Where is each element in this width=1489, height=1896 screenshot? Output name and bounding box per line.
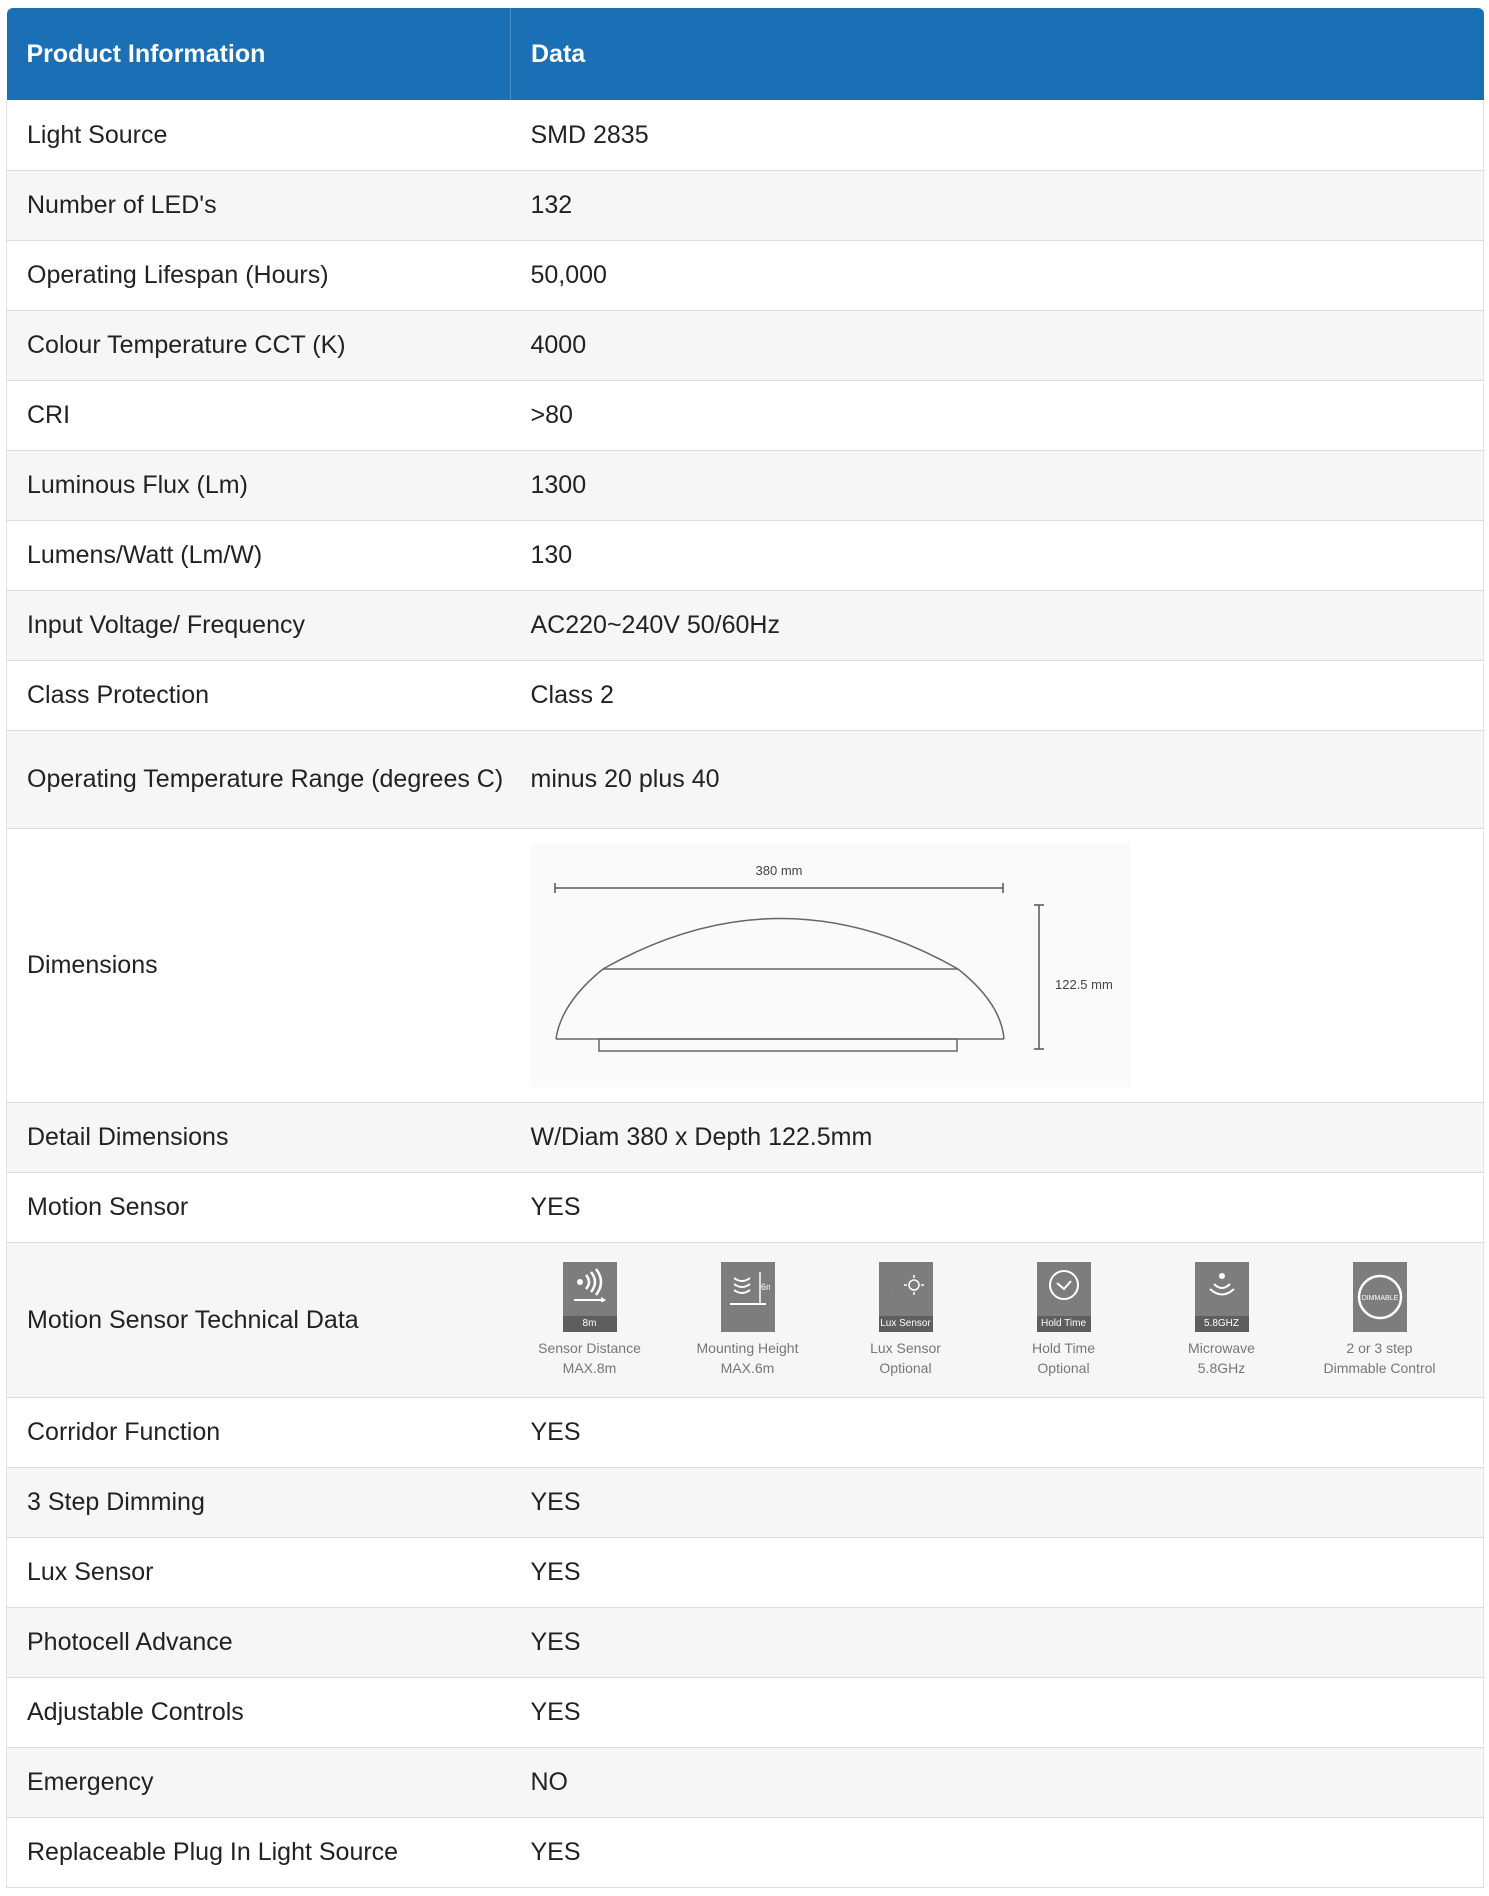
width-dimension-label: 380 mm: [755, 863, 802, 878]
row-value: YES: [510, 1677, 1484, 1748]
sensor-icon-list: 8m Sensor Distance MAX.8m 6m Mounting Hei…: [511, 1261, 1484, 1378]
row-label: Lumens/Watt (Lm/W): [6, 520, 511, 591]
table-row: Class Protection Class 2: [6, 660, 1484, 731]
sensor-icon-tag: Hold Time: [1036, 1315, 1091, 1332]
row-label: Operating Temperature Range (degrees C): [6, 730, 511, 829]
row-value: 50,000: [510, 240, 1484, 311]
row-label: Input Voltage/ Frequency: [6, 590, 511, 661]
dimensions-drawing: 380 mm 122.5 mm: [530, 843, 1131, 1087]
table-row: Lux Sensor YES: [6, 1537, 1484, 1608]
sensor-icon-caption: Mounting Height MAX.6m: [696, 1339, 799, 1376]
microwave-icon: 5.8GHZ: [1194, 1261, 1249, 1332]
row-label: Colour Temperature CCT (K): [6, 310, 511, 381]
svg-text:DIMMABLE: DIMMABLE: [1361, 1295, 1398, 1302]
header-data: Data: [510, 8, 1484, 100]
table-row: Emergency NO: [6, 1747, 1484, 1818]
sensor-icon-caption: 2 or 3 step Dimmable Control: [1323, 1339, 1436, 1376]
table-row: Input Voltage/ Frequency AC220~240V 50/60…: [6, 590, 1484, 661]
row-label: CRI: [6, 380, 511, 451]
table-row: CRI >80: [6, 380, 1484, 451]
row-label: Corridor Function: [6, 1397, 511, 1468]
lux-sensor-icon: Lux Sensor: [878, 1261, 933, 1332]
row-value: Class 2: [510, 660, 1484, 731]
row-value: minus 20 plus 40: [510, 730, 1484, 829]
svg-text:6m: 6m: [761, 1282, 770, 1292]
row-label: Luminous Flux (Lm): [6, 450, 511, 521]
table-row: Adjustable Controls YES: [6, 1677, 1484, 1748]
row-value: 132: [510, 170, 1484, 241]
header-product-information: Product Information: [6, 8, 511, 100]
row-value: SMD 2835: [510, 100, 1484, 171]
row-label: Motion Sensor Technical Data: [6, 1242, 511, 1398]
table-row: Corridor Function YES: [6, 1397, 1484, 1468]
row-value: YES: [510, 1172, 1484, 1243]
row-label: Number of LED's: [6, 170, 511, 241]
table-row: Light Source SMD 2835: [6, 100, 1484, 171]
row-value: AC220~240V 50/60Hz: [510, 590, 1484, 661]
sensor-icon-item: Hold Time Hold Time Optional: [985, 1261, 1143, 1378]
row-value: >80: [510, 380, 1484, 451]
dimmable-icon: DIMMABLE: [1352, 1261, 1407, 1332]
sensor-icon-caption: Lux Sensor Optional: [870, 1339, 941, 1376]
table-row: Dimensions 380 mm 122.5 mm: [6, 828, 1484, 1103]
sensor-icon-tag: Lux Sensor: [878, 1315, 933, 1332]
table-row: Operating Temperature Range (degrees C) m…: [6, 730, 1484, 829]
table-row: Photocell Advance YES: [6, 1607, 1484, 1678]
table-row: Lumens/Watt (Lm/W) 130: [6, 520, 1484, 591]
row-value-sensor-icons: 8m Sensor Distance MAX.8m 6m Mounting Hei…: [510, 1242, 1484, 1398]
light-fitting-diagram: 380 mm 122.5 mm: [553, 863, 1113, 1052]
table-row: Motion Sensor Technical Data 8m Sensor D…: [6, 1242, 1484, 1398]
row-value: W/Diam 380 x Depth 122.5mm: [510, 1102, 1484, 1173]
sensor-icon-item: 5.8GHZ Microwave 5.8GHz: [1143, 1261, 1301, 1378]
row-value: NO: [510, 1747, 1484, 1818]
row-label: Operating Lifespan (Hours): [6, 240, 511, 311]
product-info-table: Product Information Data Light Source SMD…: [6, 8, 1484, 1888]
row-label: 3 Step Dimming: [6, 1467, 511, 1538]
sensor-icon-item: Lux Sensor Lux Sensor Optional: [827, 1261, 985, 1378]
sensor-icon-caption: Hold Time Optional: [1031, 1339, 1096, 1376]
sensor-icon-caption: Sensor Distance MAX.8m: [538, 1339, 641, 1376]
table-row: Replaceable Plug In Light Source YES: [6, 1817, 1484, 1888]
height-dimension-label: 122.5 mm: [1055, 977, 1113, 992]
table-header-row: Product Information Data: [6, 8, 1484, 100]
row-value-dimensions: 380 mm 122.5 mm: [510, 828, 1484, 1103]
row-value: YES: [510, 1817, 1484, 1888]
row-label: Adjustable Controls: [6, 1677, 511, 1748]
row-value: YES: [510, 1607, 1484, 1678]
hold-time-icon: Hold Time: [1036, 1261, 1091, 1332]
sensor-icon-tag: 5.8GHZ: [1194, 1315, 1249, 1332]
row-value: 130: [510, 520, 1484, 591]
table-row: Number of LED's 132: [6, 170, 1484, 241]
sensor-icon-caption: Microwave 5.8GHz: [1188, 1339, 1255, 1376]
sensor-distance-icon: 8m: [562, 1261, 617, 1332]
sensor-icon-item: 6m Mounting Height MAX.6m: [669, 1261, 827, 1378]
row-label: Class Protection: [6, 660, 511, 731]
product-info-table-wrapper: Product Information Data Light Source SMD…: [6, 8, 1484, 1888]
sensor-icon-item: 8m Sensor Distance MAX.8m: [511, 1261, 669, 1378]
row-label: Emergency: [6, 1747, 511, 1818]
row-label: Motion Sensor: [6, 1172, 511, 1243]
table-row: Motion Sensor YES: [6, 1172, 1484, 1243]
table-row: Operating Lifespan (Hours) 50,000: [6, 240, 1484, 311]
sensor-icon-tag: 8m: [562, 1315, 617, 1332]
row-value: YES: [510, 1397, 1484, 1468]
mounting-height-icon: 6m: [720, 1261, 775, 1332]
row-label: Lux Sensor: [6, 1537, 511, 1608]
row-label: Dimensions: [6, 828, 511, 1103]
table-row: Luminous Flux (Lm) 1300: [6, 450, 1484, 521]
row-value: YES: [510, 1537, 1484, 1608]
sensor-icon-item: DIMMABLE 2 or 3 step Dimmable Control: [1301, 1261, 1459, 1378]
row-label: Detail Dimensions: [6, 1102, 511, 1173]
row-value: 4000: [510, 310, 1484, 381]
table-row: Detail Dimensions W/Diam 380 x Depth 122.…: [6, 1102, 1484, 1173]
table-row: Colour Temperature CCT (K) 4000: [6, 310, 1484, 381]
row-label: Replaceable Plug In Light Source: [6, 1817, 511, 1888]
row-value: 1300: [510, 450, 1484, 521]
row-label: Photocell Advance: [6, 1607, 511, 1678]
row-label: Light Source: [6, 100, 511, 171]
row-value: YES: [510, 1467, 1484, 1538]
table-row: 3 Step Dimming YES: [6, 1467, 1484, 1538]
